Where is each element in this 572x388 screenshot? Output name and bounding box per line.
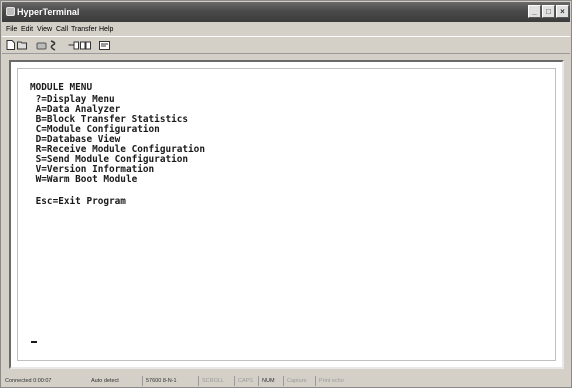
- status-connected: Connected 0:00:07: [5, 378, 52, 384]
- status-detect: Auto detect: [91, 378, 119, 384]
- menu-transfer[interactable]: Transfer: [71, 25, 97, 34]
- menu-heading: MODULE MENU: [30, 82, 93, 93]
- close-button[interactable]: ×: [556, 5, 569, 18]
- toolbar: [2, 36, 570, 54]
- status-settings: 57600 8-N-1: [142, 376, 192, 386]
- status-num: NUM: [258, 376, 280, 386]
- text-cursor: [31, 341, 37, 343]
- menu-view[interactable]: View: [37, 25, 52, 34]
- title-bar[interactable]: HyperTerminal _ □ ×: [2, 2, 570, 22]
- app-icon: [6, 7, 15, 16]
- send-icon[interactable]: [68, 40, 79, 51]
- window-title: HyperTerminal: [17, 7, 80, 17]
- menu-bar: File Edit View Call Transfer Help: [2, 23, 570, 36]
- status-bar: Connected 0:00:07 Auto detect 57600 8-N-…: [2, 375, 570, 387]
- status-caps: CAPS: [234, 376, 256, 386]
- properties-icon[interactable]: [99, 40, 110, 51]
- terminal-line: Esc=Exit Program: [30, 196, 126, 207]
- menu-edit[interactable]: Edit: [21, 25, 33, 34]
- minimize-button[interactable]: _: [528, 5, 541, 18]
- receive-icon[interactable]: [80, 40, 91, 51]
- status-print-echo: Print echo: [315, 376, 385, 386]
- disconnect-icon[interactable]: [48, 40, 59, 51]
- maximize-button[interactable]: □: [542, 5, 555, 18]
- new-icon[interactable]: [5, 40, 16, 51]
- status-capture: Capture: [283, 376, 313, 386]
- open-icon[interactable]: [17, 40, 28, 51]
- terminal-frame: MODULE MENU ?=Display Menu A=Data Analyz…: [9, 60, 564, 369]
- terminal-line: W=Warm Boot Module: [30, 174, 138, 185]
- menu-file[interactable]: File: [6, 25, 17, 34]
- menu-call[interactable]: Call: [56, 25, 68, 34]
- menu-help[interactable]: Help: [99, 25, 113, 34]
- hyperterminal-window: HyperTerminal _ □ × File Edit View Call …: [0, 0, 572, 388]
- status-scroll: SCROLL: [198, 376, 232, 386]
- phone-icon[interactable]: [36, 40, 47, 51]
- terminal-screen[interactable]: MODULE MENU ?=Display Menu A=Data Analyz…: [17, 68, 556, 361]
